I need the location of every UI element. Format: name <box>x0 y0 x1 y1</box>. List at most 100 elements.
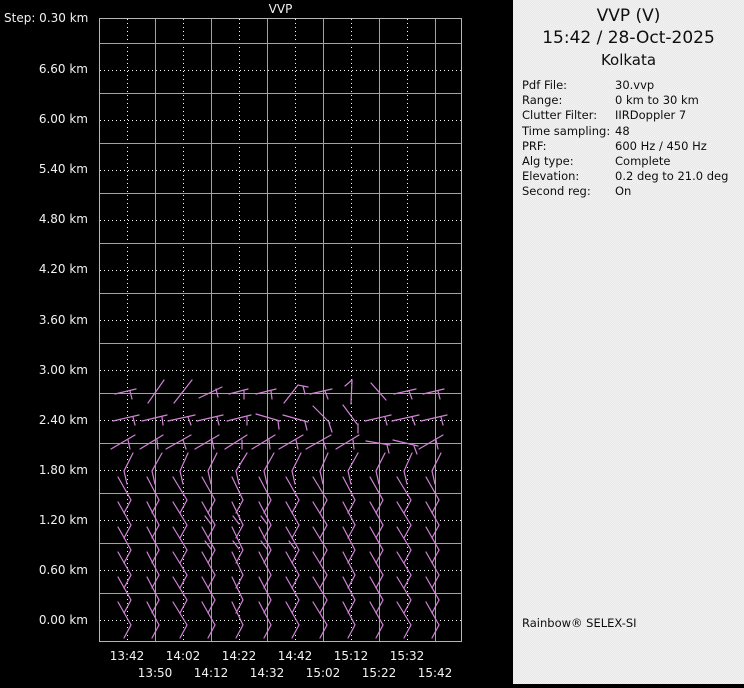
param-label: PRF: <box>522 138 547 153</box>
wind-barb <box>384 416 388 426</box>
height-axis-label: 1.80 km <box>38 463 88 477</box>
wind-barb <box>302 385 306 395</box>
wind-barb <box>347 452 359 485</box>
wind-barb <box>110 434 136 450</box>
wind-barb <box>282 414 309 423</box>
wind-barb <box>391 414 420 422</box>
wind-barb <box>201 476 216 514</box>
wind-barb <box>285 576 300 614</box>
time-axis-label: 13:50 <box>137 666 173 680</box>
wind-barb <box>231 501 244 539</box>
param-label: Range: <box>522 93 563 108</box>
wind-barb <box>258 526 272 564</box>
wind-barb <box>425 476 440 514</box>
wind-barb <box>167 414 196 422</box>
time-axis-label: 14:42 <box>277 649 313 663</box>
wind-barb <box>146 526 160 564</box>
wind-barb <box>196 414 224 422</box>
wind-barb <box>258 476 272 514</box>
height-axis-label: 4.80 km <box>38 212 88 226</box>
wind-barb <box>386 444 390 454</box>
wind-barb <box>396 576 412 614</box>
param-label: Second reg: <box>522 184 591 199</box>
wind-barb <box>437 390 441 400</box>
wind-barb <box>146 476 160 514</box>
wind-barb <box>342 404 358 425</box>
wind-barb <box>435 439 439 450</box>
wind-barb <box>370 382 387 401</box>
wind-barb <box>165 434 192 450</box>
wind-barb <box>369 526 384 564</box>
wind-barb <box>420 414 448 422</box>
time-axis-label: 15:32 <box>389 649 425 663</box>
param-label: Elevation: <box>522 169 580 184</box>
height-axis-label: 6.60 km <box>38 62 88 76</box>
param-label: Time sampling: <box>522 123 611 138</box>
wind-barb <box>207 452 218 485</box>
param-value: 0 km to 30 km <box>615 93 699 108</box>
height-axis-label: 6.00 km <box>38 112 88 126</box>
wind-barb <box>201 576 216 614</box>
wind-barb <box>312 405 331 424</box>
wind-barb <box>328 422 333 433</box>
wind-barb <box>132 416 136 426</box>
wind-barb <box>413 445 418 455</box>
wind-barb <box>268 439 271 450</box>
wind-barb <box>312 526 328 564</box>
time-axis-label: 15:22 <box>361 666 397 680</box>
wind-barb <box>295 439 299 450</box>
wind-barb <box>260 540 268 550</box>
wind-barb <box>224 434 248 450</box>
param-value: On <box>615 184 632 199</box>
wind-barb <box>312 576 328 614</box>
wind-barb <box>285 476 300 514</box>
wind-barb <box>278 434 304 450</box>
wind-barb <box>231 601 244 639</box>
chart-title: VVP <box>268 2 293 16</box>
wind-barb <box>277 420 280 430</box>
wind-barb <box>141 414 168 422</box>
wind-barb <box>172 476 188 514</box>
time-axis-label: 14:22 <box>221 649 257 663</box>
wind-barb <box>335 434 360 450</box>
height-axis-label: 3.60 km <box>38 313 88 327</box>
wind-barb <box>161 416 164 426</box>
wind-barb <box>342 476 356 514</box>
software-brand-label: Rainbow® SELEX-SI <box>522 616 637 630</box>
wind-barb <box>129 390 133 400</box>
time-axis-label: 15:12 <box>333 649 369 663</box>
wind-barb <box>312 476 328 514</box>
wind-barb <box>304 421 308 431</box>
product-title: VVP (V) <box>596 6 661 26</box>
param-value: 30.vvp <box>615 78 655 92</box>
wind-barb <box>364 414 392 422</box>
time-axis-label: 13:42 <box>109 649 145 663</box>
wind-barb <box>396 526 412 564</box>
height-step-label: Step: 0.30 km <box>4 11 89 25</box>
wind-barb <box>231 526 244 564</box>
wind-barb <box>270 390 273 400</box>
wind-barb <box>117 476 132 514</box>
wind-barb <box>231 576 244 614</box>
height-axis-label: 1.20 km <box>38 513 88 527</box>
wind-barb-chart <box>99 18 462 642</box>
wind-barb <box>232 515 240 525</box>
wind-barb <box>425 576 440 614</box>
wind-barb <box>440 416 444 426</box>
product-datetime: 15:42 / 28-Oct-2025 <box>542 28 715 48</box>
wind-barb <box>198 386 223 399</box>
wind-barb <box>117 576 132 614</box>
wind-barb <box>342 576 356 614</box>
wind-barb <box>232 540 240 550</box>
wind-barb <box>369 576 384 614</box>
wind-barb <box>123 452 134 485</box>
param-value: IIRDoppler 7 <box>615 108 687 123</box>
wind-barb <box>396 476 412 514</box>
wind-barb <box>431 452 442 485</box>
time-axis-label: 15:42 <box>417 666 453 680</box>
wind-barb <box>146 576 160 614</box>
height-axis-label: 5.40 km <box>38 162 88 176</box>
param-value: 0.2 deg to 21.0 deg <box>615 169 729 184</box>
param-value: 600 Hz / 450 Hz <box>615 138 707 153</box>
wind-barb <box>263 452 275 485</box>
